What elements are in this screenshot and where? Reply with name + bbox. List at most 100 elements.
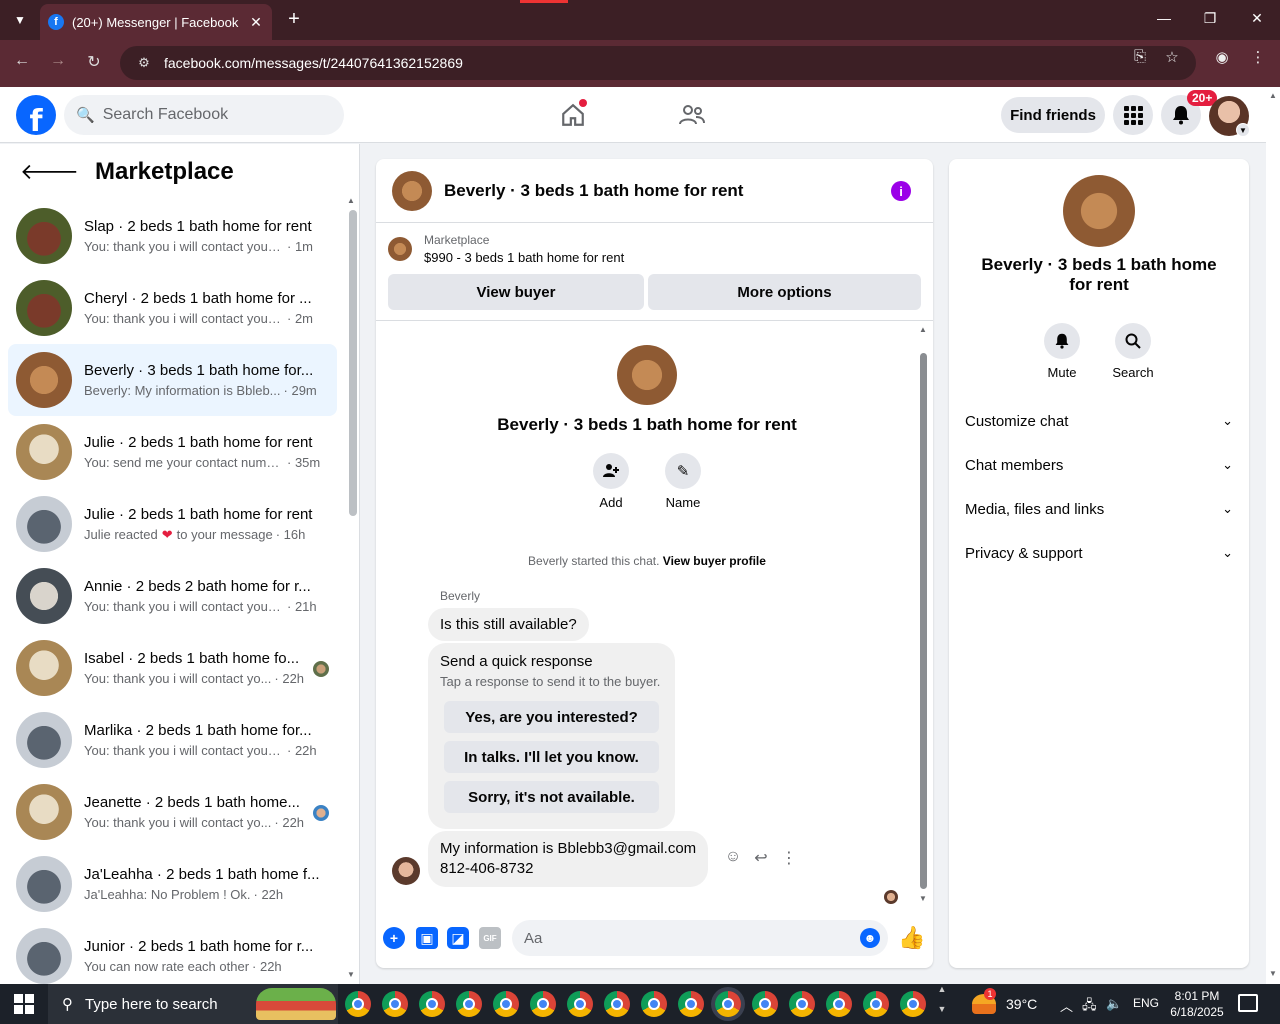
tab-search-dropdown[interactable]: ▼ <box>8 8 32 32</box>
chat-listing-thumbnail[interactable] <box>392 170 432 211</box>
quick-reply-yes[interactable]: Yes, are you interested? <box>444 701 659 733</box>
chevron-down-icon[interactable]: ▼ <box>1236 123 1250 137</box>
home-icon[interactable] <box>557 99 589 131</box>
bookmark-star-icon[interactable]: ☆ <box>1161 48 1183 66</box>
chrome-taskbar-icon[interactable] <box>456 991 482 1017</box>
message-bubble[interactable]: My information is Bblebb3@gmail.com 812-… <box>428 831 709 887</box>
language-indicator[interactable]: ENG <box>1133 996 1159 1010</box>
menu-grid-icon[interactable] <box>1113 95 1153 135</box>
find-friends-button[interactable]: Find friends <box>1001 97 1105 133</box>
conversation-item[interactable]: Slap · 2 beds 1 bath home for rent You: … <box>8 200 337 272</box>
chat-scrollbar[interactable] <box>920 353 927 889</box>
facebook-search-input[interactable]: 🔍 Search Facebook <box>64 95 344 135</box>
message-bubble[interactable]: Is this still available? <box>428 608 589 641</box>
conversation-item[interactable]: Annie · 2 beds 2 bath home for r... You:… <box>8 560 337 632</box>
conversation-item[interactable]: Junior · 2 beds 1 bath home for r... You… <box>8 920 337 984</box>
browser-menu-icon[interactable]: ⋮ <box>1247 48 1269 66</box>
chrome-taskbar-icon[interactable] <box>826 991 852 1017</box>
chrome-taskbar-icon[interactable] <box>345 991 371 1017</box>
view-buyer-profile-link[interactable]: View buyer profile <box>663 554 766 568</box>
conversation-item[interactable]: Jeanette · 2 beds 1 bath home... You: th… <box>8 776 337 848</box>
photo-icon[interactable]: ▣ <box>416 927 438 949</box>
sticker-icon[interactable]: ◪ <box>447 927 469 949</box>
name-chat-button[interactable]: ✎ Name <box>653 453 713 510</box>
chrome-taskbar-icon[interactable] <box>678 991 704 1017</box>
volume-icon[interactable]: 🔈 <box>1106 996 1122 1012</box>
chrome-taskbar-icon[interactable] <box>752 991 778 1017</box>
react-emoji-icon[interactable]: ☺ <box>722 848 744 866</box>
chrome-taskbar-icon[interactable] <box>419 991 445 1017</box>
chat-scroll-down-arrow[interactable]: ▼ <box>919 894 927 903</box>
view-buyer-button[interactable]: View buyer <box>388 274 644 310</box>
chat-title[interactable]: Beverly · 3 beds 1 bath home for rent <box>444 181 743 201</box>
weather-widget[interactable]: 1 39°C <box>972 988 1037 1014</box>
chrome-taskbar-icon[interactable] <box>900 991 926 1017</box>
restore-icon[interactable]: ❐ <box>1200 10 1220 27</box>
chrome-taskbar-icon[interactable] <box>604 991 630 1017</box>
chrome-taskbar-icon[interactable] <box>530 991 556 1017</box>
chrome-taskbar-icon[interactable] <box>567 991 593 1017</box>
taskbar-clock[interactable]: 8:01 PM 6/18/2025 <box>1164 988 1230 1020</box>
address-bar[interactable]: ⚙ facebook.com/messages/t/24407641362152… <box>120 46 1196 80</box>
quick-reply-not-available[interactable]: Sorry, it's not available. <box>444 781 659 813</box>
forward-icon[interactable]: → <box>46 52 70 70</box>
reload-icon[interactable]: ↻ <box>82 52 106 72</box>
list-scrollbar[interactable] <box>349 210 357 516</box>
add-people-button[interactable]: Add <box>581 453 641 510</box>
back-arrow-icon[interactable]: 🡐 <box>20 159 79 185</box>
site-info-icon[interactable]: ⚙ <box>132 55 156 71</box>
close-window-icon[interactable]: ✕ <box>1247 10 1267 27</box>
conversation-item[interactable]: Marlika · 2 beds 1 bath home for... You:… <box>8 704 337 776</box>
reply-icon[interactable]: ↩ <box>750 848 772 868</box>
conversation-item[interactable]: Isabel · 2 beds 1 bath home fo... You: t… <box>8 632 337 704</box>
back-icon[interactable]: ← <box>10 52 34 70</box>
section-chat-members[interactable]: Chat members ⌄ <box>965 443 1233 487</box>
search-conversation-button[interactable]: Search <box>1103 323 1163 380</box>
gif-icon[interactable]: GIF <box>479 927 501 949</box>
browser-tab-messenger[interactable]: f (20+) Messenger | Facebook ✕ <box>40 4 272 40</box>
chrome-taskbar-icon[interactable] <box>863 991 889 1017</box>
network-icon[interactable]: 🖧 <box>1082 996 1097 1018</box>
message-input[interactable]: Aa ☻ <box>512 920 888 956</box>
page-scrollbar[interactable]: ▲ ▼ <box>1266 87 1280 984</box>
chat-scroll-up-arrow[interactable]: ▲ <box>919 325 927 334</box>
windows-start-icon[interactable] <box>14 994 34 1014</box>
close-tab-icon[interactable]: ✕ <box>248 14 264 31</box>
scroll-down-arrow[interactable]: ▼ <box>347 970 355 979</box>
facebook-logo-icon[interactable]: f <box>16 95 56 135</box>
more-options-button[interactable]: More options <box>648 274 921 310</box>
chrome-taskbar-icon[interactable] <box>715 991 741 1017</box>
conversation-item[interactable]: Cheryl · 2 beds 1 bath home for ... You:… <box>8 272 337 344</box>
chrome-taskbar-icon[interactable] <box>382 991 408 1017</box>
action-center-icon[interactable] <box>1238 994 1258 1012</box>
new-tab-button[interactable]: + <box>282 8 306 32</box>
show-hidden-icons[interactable]: ︿ <box>1060 996 1073 1015</box>
chrome-taskbar-icon[interactable] <box>641 991 667 1017</box>
scroll-up-arrow[interactable]: ▲ <box>347 196 355 205</box>
chrome-taskbar-icon[interactable] <box>493 991 519 1017</box>
minimize-icon[interactable]: — <box>1154 10 1174 26</box>
plus-icon[interactable]: + <box>383 927 405 949</box>
conversation-item[interactable]: Julie · 2 beds 1 bath home for rent You:… <box>8 416 337 488</box>
profile-icon[interactable]: ◉ <box>1211 48 1233 66</box>
thumbs-up-icon[interactable]: 👍 <box>898 925 925 951</box>
page-scroll-up-arrow[interactable]: ▲ <box>1269 91 1277 100</box>
emoji-icon[interactable]: ☻ <box>860 928 880 948</box>
more-actions-icon[interactable]: ⋮ <box>778 848 800 868</box>
info-icon[interactable]: i <box>891 181 911 201</box>
section-customize-chat[interactable]: Customize chat ⌄ <box>965 399 1233 443</box>
conversation-item[interactable]: Julie · 2 beds 1 bath home for rent Juli… <box>8 488 337 560</box>
mute-button[interactable]: Mute <box>1032 323 1092 380</box>
section-privacy-support[interactable]: Privacy & support ⌄ <box>965 531 1233 575</box>
friends-icon[interactable] <box>676 99 708 131</box>
conversation-text: Annie · 2 beds 2 bath home for r... You:… <box>84 578 337 614</box>
chrome-taskbar-icon[interactable] <box>789 991 815 1017</box>
quick-reply-in-talks[interactable]: In talks. I'll let you know. <box>444 741 659 773</box>
conversation-item[interactable]: Beverly · 3 beds 1 bath home for... Beve… <box>8 344 337 416</box>
taskbar-scroll-arrows[interactable]: ▲ ▼ <box>934 984 950 1024</box>
buyer-avatar[interactable] <box>392 857 420 885</box>
page-scroll-down-arrow[interactable]: ▼ <box>1269 969 1277 978</box>
conversation-item[interactable]: Ja'Leahha · 2 beds 1 bath home f... Ja'L… <box>8 848 337 920</box>
section-media-files-links[interactable]: Media, files and links ⌄ <box>965 487 1233 531</box>
install-app-icon[interactable]: ⎘ <box>1129 48 1151 65</box>
